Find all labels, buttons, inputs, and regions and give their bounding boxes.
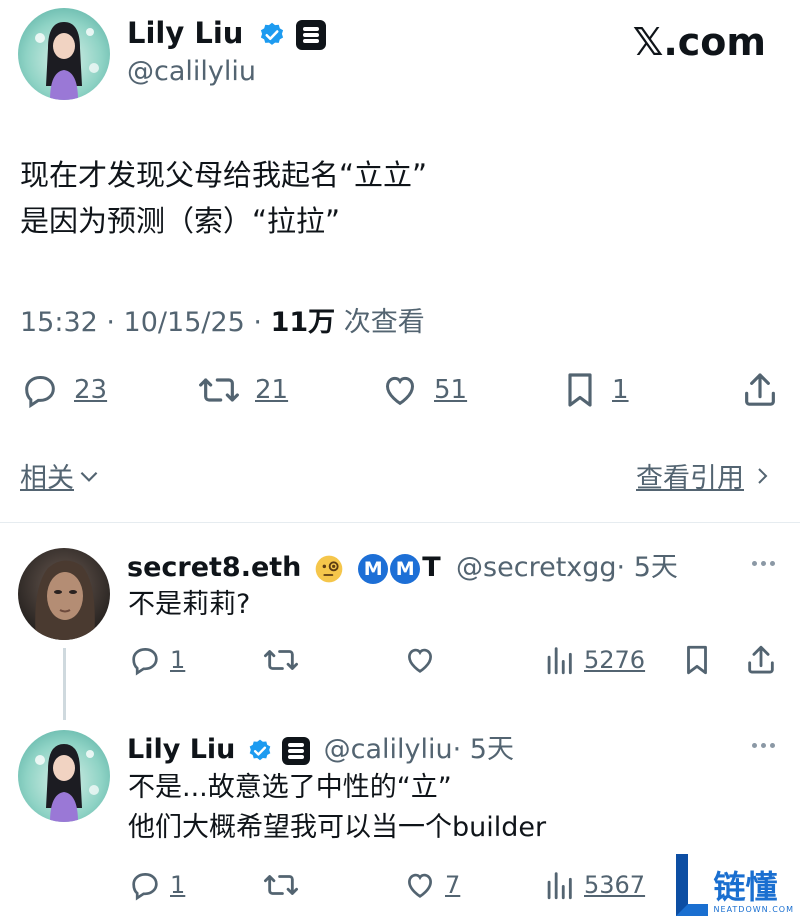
verified-badge-icon	[260, 22, 283, 45]
retweet-icon	[199, 378, 239, 402]
avatar-illustration	[35, 560, 95, 640]
view-label: 次查看	[335, 307, 425, 338]
reply-handle[interactable]: @secretxgg	[456, 552, 616, 583]
reply-time[interactable]: · 5天	[453, 734, 514, 765]
retweet-count: 21	[255, 375, 289, 405]
chevron-right-icon	[758, 467, 768, 484]
more-options-icon[interactable]	[752, 743, 775, 748]
reply-like-action[interactable]	[403, 643, 437, 677]
bookmark-icon	[687, 645, 707, 675]
reply-reply-action[interactable]: 1	[128, 868, 185, 902]
section-divider	[0, 522, 800, 523]
view-quotes-link[interactable]: 查看引用	[636, 456, 774, 495]
reply-reply-action[interactable]: 1	[128, 643, 185, 677]
reply-time[interactable]: · 5天	[617, 552, 678, 583]
reply-bookmark-action[interactable]	[682, 643, 712, 677]
reply-views-action[interactable]: 5367	[544, 868, 645, 902]
tweet-timestamp[interactable]: 15:32 · 10/15/25 ·	[20, 307, 271, 338]
view-count: 11万	[270, 307, 336, 338]
reply-share-action[interactable]	[744, 643, 778, 677]
verified-badge-icon	[249, 739, 271, 760]
bookmark-action[interactable]: 1	[562, 370, 629, 410]
thread-connector-line	[63, 648, 66, 720]
related-label: 相关	[20, 463, 74, 494]
reply-retweet-action[interactable]	[262, 868, 300, 902]
reply-views-action[interactable]: 5276	[544, 643, 645, 677]
affiliate-badge-icon	[295, 20, 326, 50]
author-handle[interactable]: @calilyliu	[127, 56, 256, 87]
watermark-subtext: NEATDOWN.COM	[713, 905, 794, 914]
reply-text-line-1: 不是...故意选了中性的“立”	[128, 772, 452, 803]
monocle-face-emoji-icon	[315, 555, 343, 582]
heart-icon	[408, 648, 432, 673]
reply-like-action[interactable]: 7	[403, 868, 460, 902]
reply-icon	[25, 376, 55, 409]
author-name[interactable]: Lily Liu	[127, 16, 243, 50]
reply-icon	[132, 873, 158, 901]
reply-extra-letter: T	[422, 552, 441, 583]
reply-count: 23	[74, 375, 108, 405]
reply-action[interactable]: 23	[20, 370, 107, 410]
related-link[interactable]: 相关	[20, 456, 102, 495]
reply-text-line-2: 他们大概希望我可以当一个builder	[128, 812, 547, 843]
heart-icon	[385, 376, 415, 406]
reply-like-count: 7	[445, 871, 461, 899]
reply-author-name[interactable]: secret8.eth	[127, 552, 301, 583]
reply-reply-count: 1	[170, 871, 186, 899]
like-count: 51	[434, 375, 468, 405]
reply-text: 不是...故意选了中性的“立” 他们大概希望我可以当一个builder	[128, 768, 546, 848]
retweet-action[interactable]: 21	[197, 370, 288, 410]
tweet-text-line-1: 现在才发现父母给我起名“立立”	[20, 158, 428, 192]
share-action[interactable]	[740, 370, 780, 410]
views-bar-chart-icon	[547, 647, 572, 675]
reply-handle[interactable]: @calilyliu	[324, 734, 453, 765]
views-bar-chart-icon	[547, 872, 572, 900]
heart-icon	[408, 873, 432, 898]
avatar-illustration	[35, 22, 99, 100]
reply-reply-count: 1	[170, 646, 186, 674]
bookmark-count: 1	[612, 375, 629, 405]
retweet-icon	[263, 650, 298, 670]
share-icon	[748, 645, 774, 674]
avatar-illustration	[35, 744, 99, 822]
watermark-logo-icon	[675, 854, 708, 916]
reply-retweet-action[interactable]	[262, 643, 300, 677]
tweet-text-line-2: 是因为预测（索）“拉拉”	[20, 204, 341, 238]
share-icon	[745, 373, 775, 406]
like-action[interactable]: 51	[380, 370, 467, 410]
author-avatar[interactable]	[18, 8, 110, 100]
site-watermark: 链懂 NEATDOWN.COM	[670, 852, 794, 918]
more-options-icon[interactable]	[752, 561, 775, 566]
retweet-icon	[263, 875, 298, 895]
bookmark-icon	[568, 373, 592, 407]
reply-views-count: 5367	[584, 871, 646, 899]
chevron-down-icon	[80, 471, 98, 482]
reply-icon	[132, 648, 158, 676]
x-logo: 𝕏.com	[632, 20, 766, 64]
tweet-meta: 15:32 · 10/15/25 · 11万 次查看	[20, 300, 425, 339]
reply-avatar-lily[interactable]	[18, 730, 110, 822]
m-badge-icon: M	[390, 553, 421, 584]
watermark-text: 链懂	[713, 868, 778, 906]
tweet-text: 现在才发现父母给我起名“立立” 是因为预测（索）“拉拉”	[20, 152, 427, 244]
reply-views-count: 5276	[584, 646, 646, 674]
m-badge-icon: M	[358, 553, 389, 584]
view-quotes-label: 查看引用	[636, 463, 744, 494]
affiliate-badge-icon	[282, 736, 311, 765]
reply-avatar-secret8[interactable]	[18, 548, 110, 640]
reply-text: 不是莉莉?	[128, 589, 251, 620]
reply-author-name[interactable]: Lily Liu	[127, 734, 235, 765]
